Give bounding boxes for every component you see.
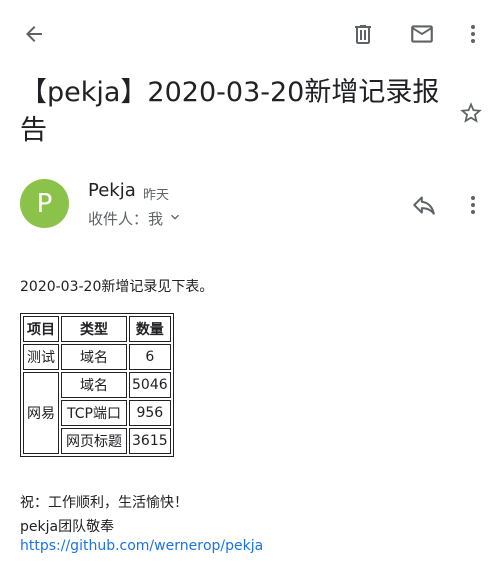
recipient-label: 收件人：我 [88, 210, 164, 228]
top-toolbar [0, 0, 500, 68]
table-cell-project: 测试 [23, 344, 59, 370]
table-cell-count: 956 [129, 400, 171, 426]
arrow-left-icon [22, 22, 46, 46]
table-cell-type: 域名 [61, 372, 127, 398]
more-options-button[interactable] [458, 14, 488, 54]
table-header: 数量 [129, 316, 171, 342]
avatar[interactable]: P [20, 179, 69, 228]
github-link[interactable]: https://github.com/wernerор/pekja [20, 538, 263, 554]
sender-name: Pekja [88, 180, 136, 201]
table-cell-count: 3615 [129, 428, 171, 454]
table-cell-count: 5046 [129, 372, 171, 398]
table-cell-type: TCP端口 [61, 400, 127, 426]
table-cell-count: 6 [129, 344, 171, 370]
mail-icon [409, 21, 435, 47]
signature: pekja团队敬奉 [20, 519, 115, 535]
star-button[interactable] [454, 96, 488, 130]
table-cell-type: 网页标题 [61, 428, 127, 454]
back-button[interactable] [14, 14, 54, 54]
email-subject: 【pekja】2020-03-20新增记录报告 [20, 77, 440, 146]
delete-button[interactable] [343, 14, 383, 54]
star-outline-icon [458, 100, 484, 126]
sent-time: 昨天 [143, 188, 170, 203]
chevron-down-icon [167, 209, 183, 229]
table-cell-type: 域名 [61, 344, 127, 370]
trash-icon [351, 22, 375, 46]
table-cell-project: 网易 [23, 372, 59, 454]
table-row: 测试 域名 6 [23, 344, 171, 370]
records-table: 项目 类型 数量 测试 域名 6 网易 域名 5046 TCP端口 956 网页… [20, 313, 174, 457]
closing-line: 祝：工作顺利，生活愉快！ [20, 495, 188, 511]
more-vertical-icon [461, 193, 485, 217]
table-header: 项目 [23, 316, 59, 342]
recipient-details-toggle[interactable]: 收件人：我 [88, 208, 183, 229]
table-header-row: 项目 类型 数量 [23, 316, 171, 342]
email-intro: 2020-03-20新增记录见下表。 [20, 279, 214, 295]
more-vertical-icon [461, 22, 485, 46]
reply-icon [411, 192, 437, 218]
table-row: 网易 域名 5046 [23, 372, 171, 454]
mark-unread-button[interactable] [402, 14, 442, 54]
message-more-button[interactable] [458, 188, 488, 222]
reply-button[interactable] [404, 188, 444, 222]
table-header: 类型 [61, 316, 127, 342]
